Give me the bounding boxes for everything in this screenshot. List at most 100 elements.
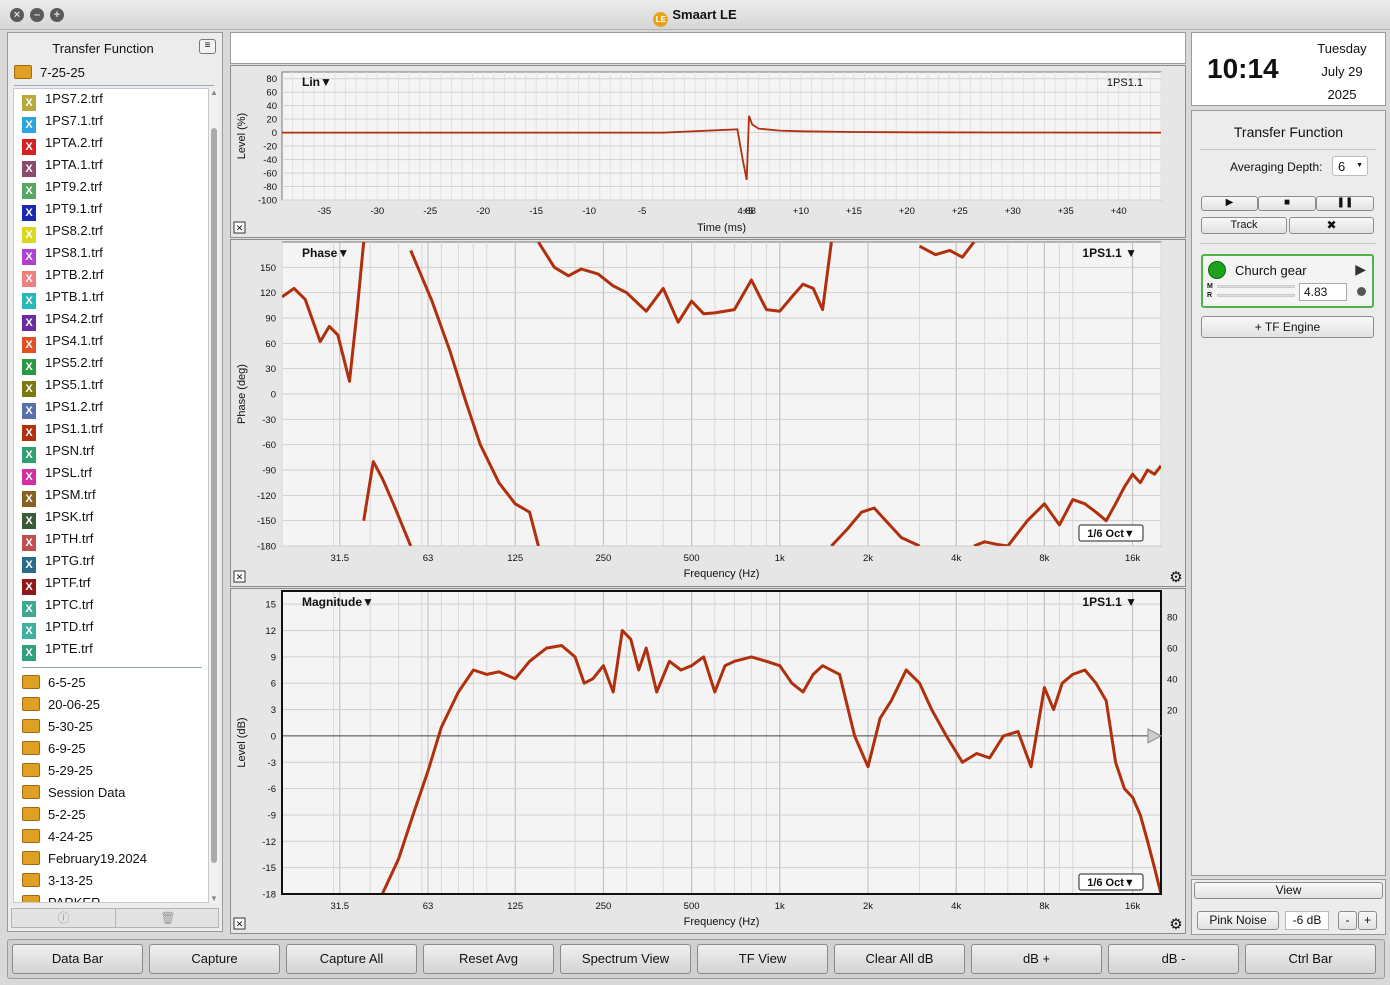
folder-name: February19.2024: [48, 851, 148, 866]
file-item[interactable]: X 1PSL.trf: [22, 465, 92, 487]
cmd-button-ctrl-bar[interactable]: Ctrl Bar: [1245, 944, 1376, 974]
scroll-thumb[interactable]: [211, 128, 217, 863]
current-folder[interactable]: 7-25-25: [14, 65, 85, 80]
meter-r-label: R: [1207, 292, 1213, 299]
cmd-button-spectrum-view[interactable]: Spectrum View: [560, 944, 691, 974]
file-item[interactable]: X 1PS7.2.trf: [22, 91, 103, 113]
file-item[interactable]: X 1PTE.trf: [22, 641, 93, 663]
folder-item[interactable]: 5-29-25: [22, 763, 93, 785]
folder-item[interactable]: 6-5-25: [22, 675, 86, 697]
track-button[interactable]: Track: [1201, 217, 1287, 234]
tf-file-icon: X: [22, 579, 36, 595]
file-item[interactable]: X 1PS8.1.trf: [22, 245, 103, 267]
noise-level-field[interactable]: -6 dB: [1285, 911, 1329, 930]
file-item[interactable]: X 1PT9.2.trf: [22, 179, 102, 201]
tf-divider: [1200, 149, 1376, 150]
file-name: 1PTA.1.trf: [45, 157, 103, 172]
folder-item[interactable]: PARKER: [22, 895, 101, 902]
file-item[interactable]: X 1PS7.1.trf: [22, 113, 103, 135]
engine-status-indicator[interactable]: [1208, 261, 1226, 279]
file-item[interactable]: X 1PTB.1.trf: [22, 289, 104, 311]
cmd-button-clear-all-db[interactable]: Clear All dB: [834, 944, 965, 974]
scroll-up-icon[interactable]: ▲: [210, 88, 218, 97]
file-item[interactable]: X 1PS1.1.trf: [22, 421, 103, 443]
y-tick-label: -180: [257, 542, 276, 553]
stop-button[interactable]: ■: [1258, 196, 1316, 211]
cmd-button-db[interactable]: dB -: [1108, 944, 1239, 974]
pink-noise-button[interactable]: Pink Noise: [1197, 911, 1279, 930]
noise-increase-button[interactable]: +: [1358, 911, 1377, 930]
file-item[interactable]: X 1PS1.2.trf: [22, 399, 103, 421]
magnitude-plot[interactable]: 15129630-3-6-9-12-15-188060402031.5 63 125…: [231, 589, 1185, 933]
pause-button[interactable]: ❚❚: [1316, 196, 1374, 211]
x-axis-label: Time (ms): [697, 222, 746, 234]
file-item[interactable]: X 1PSM.trf: [22, 487, 96, 509]
cmd-button-data-bar[interactable]: Data Bar: [12, 944, 143, 974]
folder-item[interactable]: 6-9-25: [22, 741, 86, 763]
folder-item[interactable]: 3-13-25: [22, 873, 93, 895]
phase-plot[interactable]: 150 120 90 60 30 0 -30 -60 -90 -120 -150 -180 31.5 63…: [231, 240, 1185, 586]
file-item[interactable]: X 1PS8.2.trf: [22, 223, 103, 245]
title-bar: × – + LE Smaart LE: [0, 0, 1390, 30]
averaging-select[interactable]: 6 ▼: [1332, 156, 1368, 176]
settings-tools-button[interactable]: ✖: [1289, 217, 1374, 234]
file-name: 1PTA.2.trf: [45, 135, 103, 150]
y-tick-label: 150: [260, 263, 276, 274]
add-tf-engine-button[interactable]: + TF Engine: [1201, 316, 1374, 338]
folder-item[interactable]: 20-06-25: [22, 697, 100, 719]
cmd-button-capture[interactable]: Capture: [149, 944, 280, 974]
panel-menu-button[interactable]: ≡: [199, 39, 216, 54]
impulse-response-plot[interactable]: 80 60 40 20 0 -20 -40 -60 -80 -100 -35 -30 -25 -20 -15…: [231, 66, 1185, 237]
view-button[interactable]: View: [1194, 882, 1383, 899]
file-item[interactable]: X 1PTA.2.trf: [22, 135, 103, 157]
file-item[interactable]: X 1PTA.1.trf: [22, 157, 103, 179]
folder-icon: [22, 763, 40, 777]
x-tick-label: -30: [370, 206, 384, 217]
tf-engine-card[interactable]: Church gear ▶ M R 4.83: [1201, 254, 1374, 308]
file-item[interactable]: X 1PS5.2.trf: [22, 355, 103, 377]
noise-decrease-button[interactable]: -: [1338, 911, 1357, 930]
folder-item[interactable]: 5-30-25: [22, 719, 93, 741]
y-tick-label: 15: [265, 600, 276, 611]
folder-item[interactable]: Session Data: [22, 785, 125, 807]
cmd-button-reset-avg[interactable]: Reset Avg: [423, 944, 554, 974]
cmd-button-db[interactable]: dB +: [971, 944, 1102, 974]
folder-item[interactable]: February19.2024: [22, 851, 147, 873]
file-item[interactable]: X 1PSK.trf: [22, 509, 93, 531]
x-tick-label: -10: [582, 206, 596, 217]
trash-icon[interactable]: 🗑: [116, 909, 220, 927]
file-item[interactable]: X 1PS4.2.trf: [22, 311, 103, 333]
record-dot-icon[interactable]: [1357, 287, 1366, 296]
gear-icon: ⚙: [1169, 916, 1182, 933]
file-list[interactable]: X 1PS7.2.trf X 1PS7.1.trf X 1PTA.2.trf X 1PTA.1…: [13, 88, 209, 903]
cmd-button-capture-all[interactable]: Capture All: [286, 944, 417, 974]
file-item[interactable]: X 1PTH.trf: [22, 531, 93, 553]
file-item[interactable]: X 1PTC.trf: [22, 597, 93, 619]
folder-icon: [22, 895, 40, 902]
scroll-down-icon[interactable]: ▼: [210, 894, 218, 903]
file-item[interactable]: X 1PTF.trf: [22, 575, 91, 597]
data-bar-strip: [230, 32, 1186, 64]
file-item[interactable]: X 1PS5.1.trf: [22, 377, 103, 399]
file-item[interactable]: X 1PTG.trf: [22, 553, 94, 575]
x-tick-label: 16k: [1125, 553, 1141, 564]
folder-item[interactable]: 4-24-25: [22, 829, 93, 851]
x-tick-label: -25: [423, 206, 437, 217]
file-item[interactable]: X 1PTD.trf: [22, 619, 93, 641]
play-icon: ▶: [1225, 197, 1234, 208]
engine-expand-icon[interactable]: ▶: [1355, 261, 1366, 278]
delay-field[interactable]: 4.83: [1299, 283, 1347, 301]
play-button[interactable]: ▶: [1201, 196, 1258, 211]
file-list-scrollbar[interactable]: ▲ ▼: [209, 88, 219, 903]
file-item[interactable]: X 1PS4.1.trf: [22, 333, 103, 355]
file-item[interactable]: X 1PTB.2.trf: [22, 267, 104, 289]
info-icon[interactable]: ⓘ: [12, 909, 116, 927]
file-item[interactable]: X 1PSN.trf: [22, 443, 94, 465]
x-tick-label: 4k: [951, 553, 961, 564]
impulse-response-pane: 80 60 40 20 0 -20 -40 -60 -80 -100 -35 -30 -25 -20 -15…: [230, 65, 1186, 238]
folder-name: 5-2-25: [48, 807, 86, 822]
cmd-button-tf-view[interactable]: TF View: [697, 944, 828, 974]
folder-item[interactable]: 5-2-25: [22, 807, 86, 829]
file-item[interactable]: X 1PT9.1.trf: [22, 201, 102, 223]
tf-file-icon: X: [22, 293, 36, 309]
